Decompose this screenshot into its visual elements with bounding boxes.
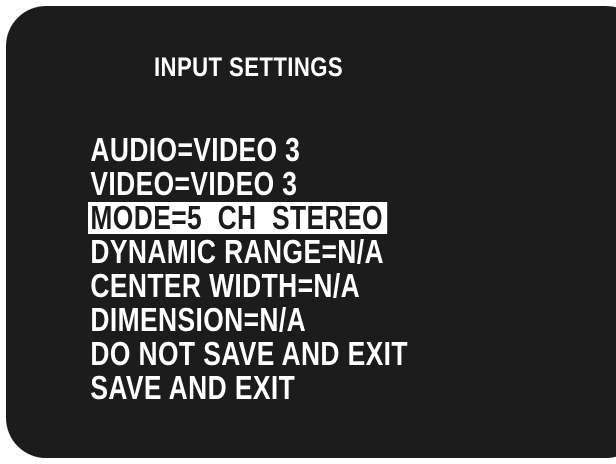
- menu-item-video[interactable]: VIDEO=VIDEO 3: [88, 165, 493, 202]
- menu-item-center-width[interactable]: CENTER WIDTH=N/A: [88, 267, 493, 304]
- menu-item-label: AUDIO=VIDEO 3: [90, 131, 301, 168]
- menu-item-save-and-exit[interactable]: SAVE AND EXIT: [88, 369, 493, 406]
- menu-item-label: SAVE AND EXIT: [90, 369, 296, 406]
- menu-item-audio[interactable]: AUDIO=VIDEO 3: [88, 131, 493, 168]
- menu-list: AUDIO=VIDEO 3 VIDEO=VIDEO 3 MODE=5 CH ST…: [88, 131, 493, 406]
- menu-item-label: VIDEO=VIDEO 3: [90, 165, 298, 202]
- menu-item-label: CENTER WIDTH=N/A: [90, 267, 361, 304]
- menu-item-label: DYNAMIC RANGE=N/A: [90, 233, 384, 270]
- menu-item-label-highlighted: MODE=5 CH STEREO: [88, 201, 387, 234]
- menu-item-label: DO NOT SAVE AND EXIT: [90, 335, 408, 372]
- menu-item-label: DIMENSION=N/A: [90, 301, 307, 338]
- menu-title: INPUT SETTINGS: [154, 52, 344, 82]
- osd-screen: INPUT SETTINGS AUDIO=VIDEO 3 VIDEO=VIDEO…: [6, 6, 616, 458]
- menu-item-mode[interactable]: MODE=5 CH STEREO: [88, 201, 493, 236]
- menu-item-dimension[interactable]: DIMENSION=N/A: [88, 301, 493, 338]
- menu-item-dynamic-range[interactable]: DYNAMIC RANGE=N/A: [88, 233, 493, 270]
- menu-item-do-not-save-and-exit[interactable]: DO NOT SAVE AND EXIT: [88, 335, 493, 372]
